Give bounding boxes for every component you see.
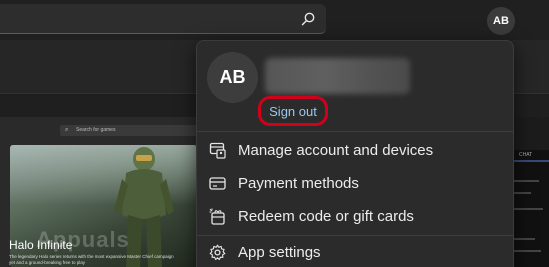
side-panel-line bbox=[513, 180, 539, 182]
menu-item-label: Payment methods bbox=[238, 174, 359, 192]
profile-avatar-button[interactable]: AB bbox=[487, 7, 515, 35]
side-panel-line bbox=[513, 250, 541, 252]
mini-search-placeholder: Search for games bbox=[76, 127, 116, 133]
account-flyout: AB Sign out Manage account and devices P… bbox=[196, 40, 514, 267]
gift-card-icon bbox=[209, 208, 225, 225]
profile-initials: AB bbox=[493, 15, 509, 27]
side-panel-line bbox=[513, 192, 531, 194]
featured-game-title: Halo Infinite bbox=[9, 238, 73, 252]
payment-card-icon bbox=[209, 177, 226, 190]
flyout-avatar: AB bbox=[207, 52, 258, 103]
menu-item-redeem-code[interactable]: Redeem code or gift cards bbox=[197, 201, 513, 231]
search-icon[interactable] bbox=[300, 11, 316, 27]
flyout-divider bbox=[197, 235, 513, 236]
search-input[interactable] bbox=[0, 4, 326, 34]
flyout-divider bbox=[197, 131, 513, 132]
menu-item-label: Redeem code or gift cards bbox=[238, 207, 414, 225]
mini-search-bar[interactable]: ⌕ Search for games bbox=[60, 125, 200, 136]
featured-game-description: The legendary Halo series returns with t… bbox=[9, 254, 174, 265]
manage-account-icon bbox=[209, 142, 226, 159]
flyout-initials: AB bbox=[219, 67, 246, 87]
side-panel-line bbox=[513, 238, 535, 240]
menu-item-label: App settings bbox=[238, 243, 321, 261]
store-preview: ⌕ Search for games Appuals Halo Infinite… bbox=[0, 117, 200, 267]
mini-search-icon: ⌕ bbox=[65, 127, 69, 133]
sign-out-button[interactable]: Sign out bbox=[258, 96, 328, 126]
side-panel-line bbox=[513, 208, 543, 210]
side-panel: CHAT bbox=[509, 150, 549, 267]
side-panel-accent bbox=[509, 160, 549, 162]
blurred-account-name bbox=[265, 58, 410, 94]
sign-out-label: Sign out bbox=[269, 103, 317, 119]
top-bar: AB bbox=[0, 0, 549, 40]
side-panel-tab[interactable]: CHAT bbox=[519, 152, 532, 158]
gear-icon bbox=[209, 244, 226, 261]
menu-item-label: Manage account and devices bbox=[238, 141, 434, 159]
menu-item-payment-methods[interactable]: Payment methods bbox=[197, 168, 513, 198]
menu-item-manage-account[interactable]: Manage account and devices bbox=[197, 135, 513, 165]
menu-item-app-settings[interactable]: App settings bbox=[197, 237, 513, 267]
